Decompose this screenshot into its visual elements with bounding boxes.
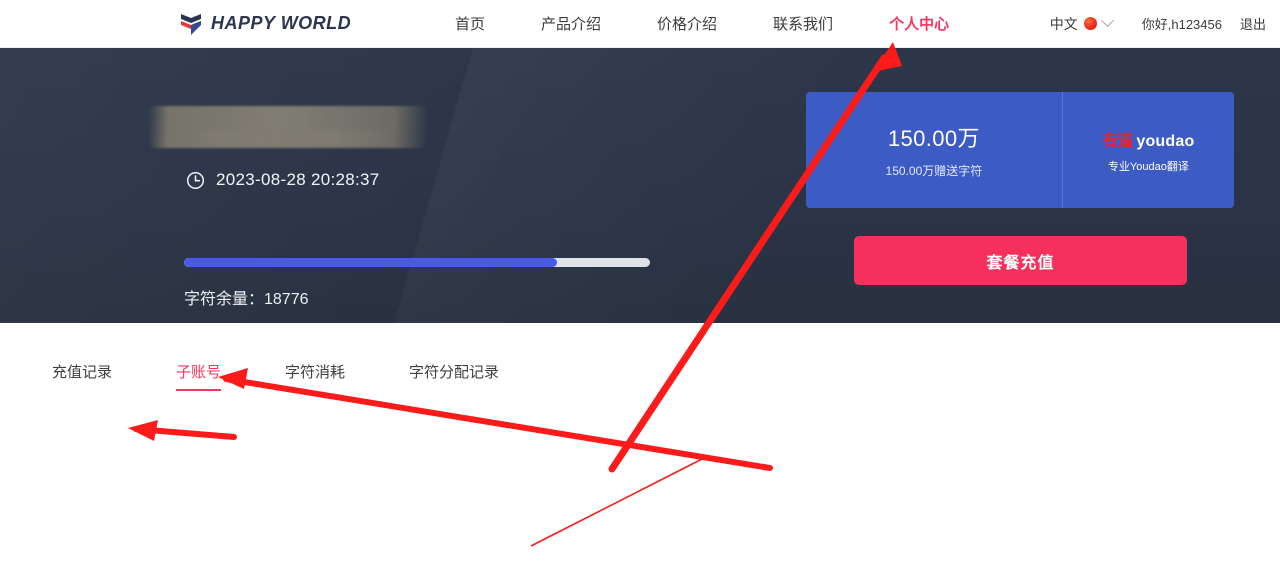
youdao-logo: 有道 youdao: [1102, 127, 1194, 151]
user-greeting: 你好,h123456: [1141, 17, 1222, 32]
tab-character-consumption[interactable]: 字符消耗: [285, 361, 345, 391]
clock-icon: [186, 171, 205, 189]
tab-character-allocation-records[interactable]: 字符分配记录: [409, 361, 499, 391]
partner-brand-group: 有道 youdao 专业Youdao翻译: [1063, 92, 1234, 208]
plan-subtitle: 150.00万赠送字符: [885, 164, 983, 178]
nav-link-pricing[interactable]: 价格介绍: [657, 9, 717, 38]
brand-name: HAPPY WORLD: [211, 13, 352, 33]
plan-amount: 150.00万: [887, 126, 980, 151]
nav-link-user-center[interactable]: 个人中心: [889, 9, 949, 38]
flag-icon: [1083, 17, 1097, 30]
character-progress-bar: [184, 258, 650, 267]
tab-recharge-records[interactable]: 充值记录: [52, 361, 112, 391]
plan-amount-group: 150.00万 150.00万赠送字符: [806, 92, 1063, 208]
chevron-down-icon: [1100, 14, 1114, 28]
tab-sub-accounts[interactable]: 子账号: [176, 361, 222, 391]
primary-nav: 首页 产品介绍 价格介绍 联系我们 个人中心: [455, 9, 949, 38]
youdao-logo-en: youdao: [1136, 132, 1195, 150]
language-selector[interactable]: 中文: [1049, 14, 1114, 34]
nav-link-home[interactable]: 首页: [455, 9, 485, 38]
character-progress-fill: [184, 258, 557, 267]
nav-right-group: 中文 你好,h123456 退出: [1050, 14, 1266, 34]
brand-logo[interactable]: HAPPY WORLD: [180, 12, 351, 36]
logout-link[interactable]: 退出: [1240, 14, 1266, 33]
character-balance-label: 字符余量：18776: [184, 291, 309, 308]
hero-section: 2023-08-28 20:28:37 字符余量：18776 150.00万 1…: [0, 48, 1280, 323]
timestamp-row: 2023-08-28 20:28:37: [186, 170, 380, 190]
page-root: HAPPY WORLD 首页 产品介绍 价格介绍 联系我们 个人中心 中文 你好…: [0, 0, 1280, 588]
plan-summary-card: 150.00万 150.00万赠送字符 有道 youdao 专业Youdao翻译: [806, 92, 1234, 208]
happy-world-logo-icon: [181, 13, 201, 35]
partner-tagline: 专业Youdao翻译: [1107, 160, 1189, 173]
panel-tabs: 充值记录 子账号 字符消耗 字符分配记录: [52, 361, 499, 391]
nav-link-contact[interactable]: 联系我们: [773, 9, 833, 38]
account-expiry-timestamp: 2023-08-28 20:28:37: [216, 170, 380, 189]
nav-link-products[interactable]: 产品介绍: [541, 9, 601, 38]
account-panel: 充值记录 子账号 字符消耗 字符分配记录 新增 用户名： 搜索 重置 编号: [0, 323, 1280, 588]
recharge-plan-button[interactable]: 套餐充值: [854, 236, 1187, 285]
language-label: 中文: [1049, 15, 1078, 32]
youdao-logo-cn: 有道: [1102, 132, 1133, 150]
top-navbar: HAPPY WORLD 首页 产品介绍 价格介绍 联系我们 个人中心 中文 你好…: [0, 0, 1280, 48]
redacted-username-mark: [149, 106, 427, 148]
